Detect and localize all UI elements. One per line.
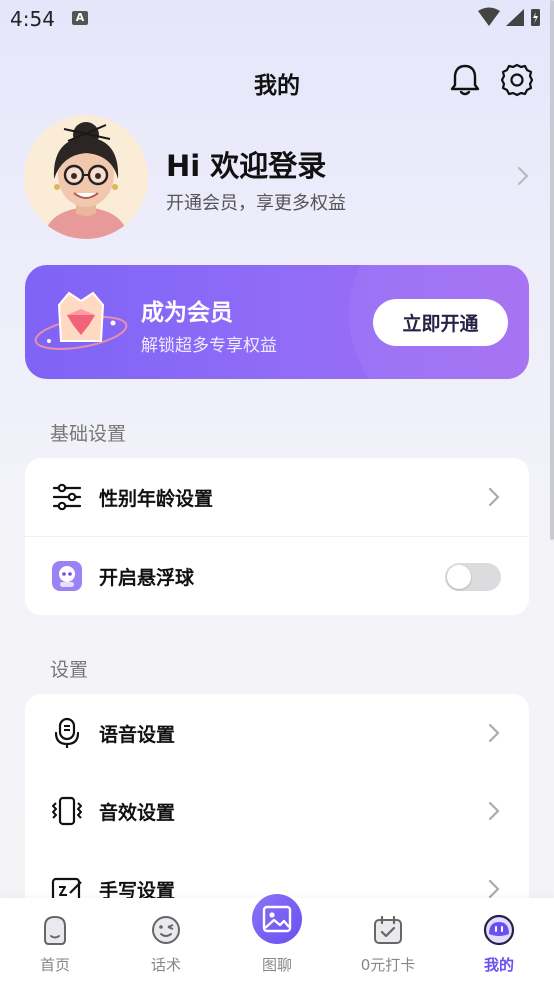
gender-age-settings-label: 性别年龄设置 — [99, 488, 214, 510]
robot-icon — [52, 561, 82, 591]
vip-description: 解锁超多专享权益 — [141, 336, 277, 356]
sound-effect-settings-label: 音效设置 — [99, 802, 176, 824]
wink-icon — [152, 916, 180, 944]
avatar-illustration — [24, 115, 148, 239]
toggle-knob — [447, 565, 471, 589]
tab-checkin[interactable]: 0元打卡 — [333, 898, 443, 984]
vip-banner[interactable]: 成为会员 解锁超多专享权益 立即开通 — [25, 265, 529, 379]
system-status-icons — [478, 7, 540, 26]
tab-mine-label: 我的 — [483, 956, 514, 974]
basic-settings-card: 性别年龄设置 开启悬浮球 — [25, 458, 529, 615]
chevron-right-icon — [488, 879, 500, 899]
tab-home[interactable]: 首页 — [0, 898, 110, 984]
status-bar: 4:54 A — [0, 0, 554, 38]
chevron-right-icon — [488, 723, 500, 743]
chevron-right-icon — [488, 487, 500, 507]
tab-checkin-label: 0元打卡 — [360, 956, 416, 974]
floating-ball-label: 开启悬浮球 — [99, 567, 195, 589]
chevron-right-icon[interactable] — [516, 165, 530, 187]
membership-hint: 开通会员，享更多权益 — [166, 193, 346, 214]
diamond-crown-icon — [34, 291, 128, 350]
gear-icon[interactable] — [500, 62, 534, 98]
vibrate-icon — [52, 796, 82, 826]
voice-settings-row[interactable]: 语音设置 — [25, 694, 529, 772]
calendar-check-icon — [374, 915, 402, 944]
tab-scripts[interactable]: 话术 — [111, 898, 221, 984]
image-icon — [262, 905, 292, 933]
status-time: 4:54 — [10, 7, 55, 31]
chevron-right-icon — [488, 801, 500, 821]
page-header: 我的 — [0, 58, 554, 102]
microphone-icon — [54, 717, 80, 748]
tab-home-label: 首页 — [39, 956, 70, 974]
tab-scripts-label: 话术 — [150, 956, 181, 974]
sliders-icon — [52, 483, 82, 511]
voice-settings-label: 语音设置 — [99, 724, 176, 746]
tab-image-chat-label: 图聊 — [261, 956, 292, 974]
activate-vip-button[interactable]: 立即开通 — [373, 299, 508, 346]
home-icon — [44, 915, 66, 945]
avatar[interactable] — [24, 115, 148, 239]
profile-section[interactable]: Hi 欢迎登录 开通会员，享更多权益 — [24, 115, 530, 239]
tab-mine[interactable]: 我的 — [444, 898, 554, 984]
notification-badge-icon: A — [72, 11, 88, 25]
image-chat-center-button[interactable] — [252, 894, 302, 944]
sound-effect-settings-row[interactable]: 音效设置 — [25, 772, 529, 850]
settings-heading: 设置 — [50, 659, 89, 681]
gender-age-settings-row[interactable]: 性别年龄设置 — [25, 458, 529, 536]
bell-icon[interactable] — [448, 62, 482, 98]
floating-ball-row: 开启悬浮球 — [25, 537, 529, 615]
profile-face-icon — [483, 914, 515, 946]
basic-settings-heading: 基础设置 — [50, 423, 127, 445]
login-greeting[interactable]: Hi 欢迎登录 — [166, 143, 326, 185]
scrollbar[interactable] — [550, 0, 554, 540]
floating-ball-toggle[interactable] — [445, 563, 501, 591]
vip-title: 成为会员 — [141, 300, 233, 326]
